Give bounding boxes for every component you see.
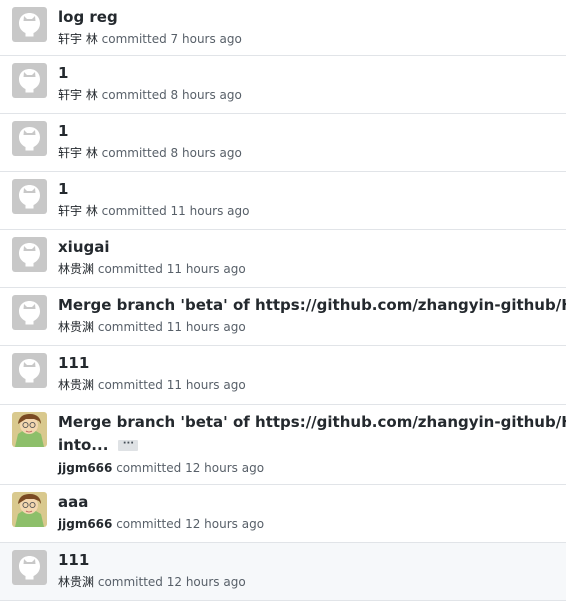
commit-message-link[interactable]: xiugai: [58, 236, 110, 258]
commit-action: committed: [116, 461, 182, 475]
commit-action: committed: [101, 88, 167, 102]
commit-time: 11 hours ago: [166, 378, 246, 392]
github-default-avatar-icon[interactable]: [12, 353, 47, 388]
commit-message-link[interactable]: Merge branch 'beta' of https://github.co…: [58, 294, 566, 316]
commit-meta: 轩宇 林 committed 7 hours ago: [58, 31, 242, 47]
commit-action: committed: [116, 517, 182, 531]
commit-time: 7 hours ago: [170, 32, 242, 46]
commit-time: 11 hours ago: [170, 204, 250, 218]
github-default-avatar-icon[interactable]: [12, 121, 47, 156]
commit-meta: 林贵渊 committed 11 hours ago: [58, 377, 246, 393]
expand-message-button[interactable]: ···: [118, 439, 139, 451]
commit-author[interactable]: 林贵渊: [58, 378, 94, 392]
commit-message-line2[interactable]: into...: [58, 436, 108, 454]
commit-meta: 轩宇 林 committed 11 hours ago: [58, 203, 250, 219]
commit-author[interactable]: 轩宇 林: [58, 88, 98, 102]
commit-action: committed: [97, 262, 163, 276]
commit-time: 8 hours ago: [170, 146, 242, 160]
user-photo-avatar[interactable]: [12, 492, 47, 527]
github-default-avatar-icon[interactable]: [12, 550, 47, 585]
commit-message-link[interactable]: 1: [58, 178, 68, 200]
commit-row[interactable]: xiugai 林贵渊 committed 11 hours ago: [0, 230, 566, 288]
commit-list: log reg 轩宇 林 committed 7 hours ago 1 轩宇 …: [0, 0, 566, 601]
commit-time: 12 hours ago: [166, 575, 246, 589]
commit-action: committed: [101, 32, 167, 46]
commit-action: committed: [97, 575, 163, 589]
commit-message-link[interactable]: Merge branch 'beta' of https://github.co…: [58, 411, 566, 433]
commit-meta: 轩宇 林 committed 8 hours ago: [58, 87, 242, 103]
commit-row[interactable]: 1 轩宇 林 committed 11 hours ago: [0, 172, 566, 230]
commit-time: 12 hours ago: [185, 517, 265, 531]
commit-time: 11 hours ago: [166, 262, 246, 276]
github-default-avatar-icon[interactable]: [12, 237, 47, 272]
commit-message-link[interactable]: 1: [58, 62, 68, 84]
commit-row[interactable]: Merge branch 'beta' of https://github.co…: [0, 288, 566, 346]
commit-row[interactable]: log reg 轩宇 林 committed 7 hours ago: [0, 0, 566, 56]
github-default-avatar-icon[interactable]: [12, 179, 47, 214]
commit-meta: jjgm666 committed 12 hours ago: [58, 460, 264, 476]
commit-meta: 轩宇 林 committed 8 hours ago: [58, 145, 242, 161]
commit-row[interactable]: 111 林贵渊 committed 12 hours ago: [0, 543, 566, 601]
commit-row[interactable]: 1 轩宇 林 committed 8 hours ago: [0, 56, 566, 114]
commit-author[interactable]: jjgm666: [58, 517, 112, 531]
commit-message-link[interactable]: 111: [58, 352, 89, 374]
github-default-avatar-icon[interactable]: [12, 7, 47, 42]
commit-author[interactable]: 轩宇 林: [58, 146, 98, 160]
commit-meta: 林贵渊 committed 11 hours ago: [58, 261, 246, 277]
commit-time: 11 hours ago: [166, 320, 246, 334]
commit-message-continuation[interactable]: into... ···: [58, 434, 139, 456]
commit-action: committed: [101, 146, 167, 160]
commit-author[interactable]: 林贵渊: [58, 320, 94, 334]
commit-time: 12 hours ago: [185, 461, 265, 475]
commit-author[interactable]: 林贵渊: [58, 262, 94, 276]
commit-action: committed: [101, 204, 167, 218]
github-default-avatar-icon[interactable]: [12, 295, 47, 330]
commit-time: 8 hours ago: [170, 88, 242, 102]
commit-row[interactable]: Merge branch 'beta' of https://github.co…: [0, 405, 566, 485]
commit-row[interactable]: 1 轩宇 林 committed 8 hours ago: [0, 114, 566, 172]
commit-action: committed: [97, 378, 163, 392]
commit-meta: jjgm666 committed 12 hours ago: [58, 516, 264, 532]
commit-row[interactable]: aaa jjgm666 committed 12 hours ago: [0, 485, 566, 543]
commit-action: committed: [97, 320, 163, 334]
commit-author[interactable]: 林贵渊: [58, 575, 94, 589]
commit-author[interactable]: jjgm666: [58, 461, 112, 475]
commit-message-link[interactable]: 111: [58, 549, 89, 571]
commit-author[interactable]: 轩宇 林: [58, 204, 98, 218]
commit-message-link[interactable]: 1: [58, 120, 68, 142]
commit-message-link[interactable]: aaa: [58, 491, 88, 513]
github-default-avatar-icon[interactable]: [12, 63, 47, 98]
commit-row[interactable]: 111 林贵渊 committed 11 hours ago: [0, 346, 566, 405]
commit-meta: 林贵渊 committed 12 hours ago: [58, 574, 246, 590]
commit-author[interactable]: 轩宇 林: [58, 32, 98, 46]
user-photo-avatar[interactable]: [12, 412, 47, 447]
commit-meta: 林贵渊 committed 11 hours ago: [58, 319, 246, 335]
commit-message-link[interactable]: log reg: [58, 6, 118, 28]
